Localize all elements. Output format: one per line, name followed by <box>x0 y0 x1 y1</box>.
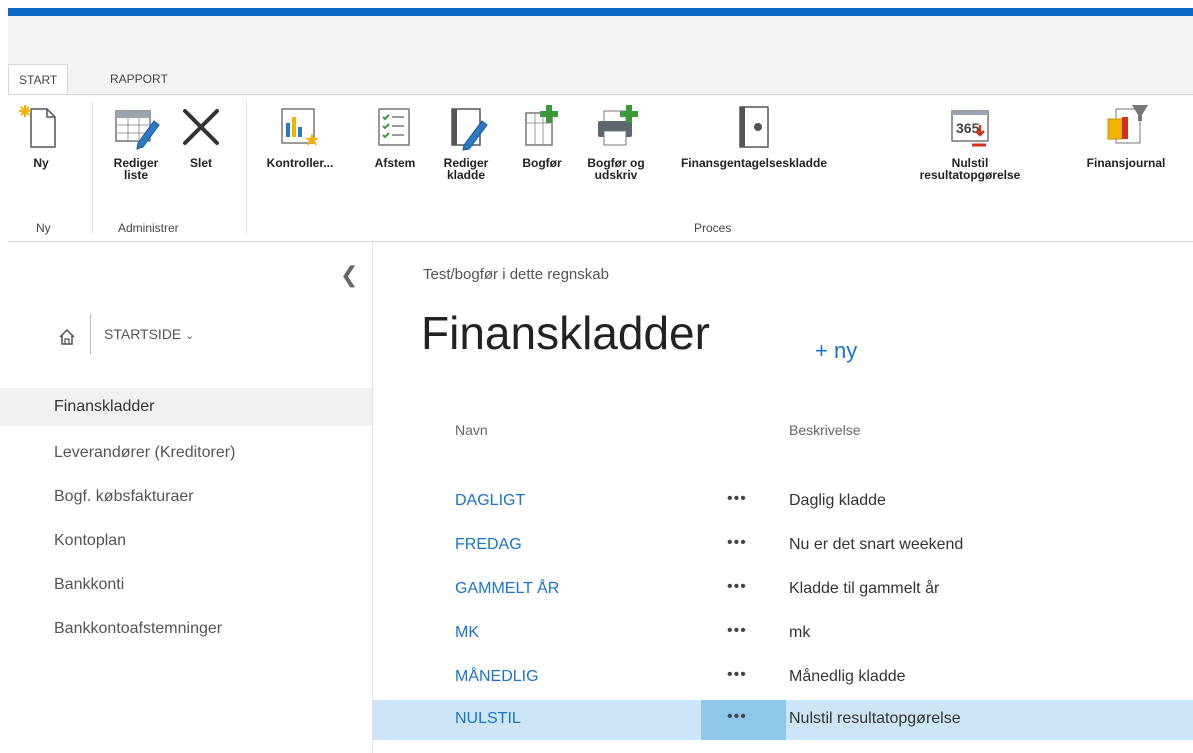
post-icon <box>525 105 558 146</box>
delete-label: Slet <box>189 156 212 170</box>
tab-rapport[interactable]: RAPPORT <box>100 64 178 94</box>
reset-calendar-icon: 365 <box>951 110 989 147</box>
startside-label: STARTSIDE <box>104 326 182 342</box>
sidebar: ❮ STARTSIDE ⌄ Finanskladder Leverandører… <box>0 242 373 753</box>
row-menu-button[interactable]: ••• <box>727 708 747 726</box>
row-name-link[interactable]: MÅNEDLIG <box>455 668 539 686</box>
chevron-down-icon: ⌄ <box>185 330 195 342</box>
ribbon-tabs: START RAPPORT <box>8 64 1193 95</box>
new-document-icon <box>19 105 56 148</box>
edit-list-label-2: liste <box>123 168 148 182</box>
sidebar-item-bogf-kobsfakturaer[interactable]: Bogf. købsfakturaer <box>0 478 372 516</box>
delete-x-icon <box>183 109 219 145</box>
company-subtitle: Test/bogfør i dette regnskab <box>423 266 609 283</box>
page-title: Finanskladder <box>421 307 710 359</box>
gl-register-label: Finansjournal <box>1086 156 1166 170</box>
edit-journal-icon <box>451 108 488 151</box>
row-name-link[interactable]: GAMMELT ÅR <box>455 580 559 598</box>
reset-income-statement-button[interactable]: 365 Nulstil resultatopgørelse <box>910 103 1030 181</box>
column-header-navn[interactable]: Navn <box>455 422 488 438</box>
home-icon[interactable] <box>58 328 76 346</box>
ribbon: Ny Ny Rediger liste Slet Administrer Kon… <box>8 94 1193 243</box>
check-report-icon <box>281 108 319 146</box>
recurring-journal-icon <box>739 106 769 148</box>
table-row[interactable]: FREDAG ••• Nu er det snart weekend <box>373 526 1193 566</box>
row-menu-button[interactable]: ••• <box>727 578 747 596</box>
table-row[interactable]: DAGLIGT ••• Daglig kladde <box>373 482 1193 522</box>
row-description: Nu er det snart weekend <box>789 536 964 553</box>
reconcile-list-icon <box>378 108 410 146</box>
gl-register-icon <box>1107 105 1148 144</box>
table-row[interactable]: MK ••• mk <box>373 614 1193 654</box>
check-label: Kontroller... <box>266 156 334 170</box>
tab-start[interactable]: START <box>8 64 69 95</box>
new-button[interactable]: Ny <box>16 103 66 169</box>
row-name-link[interactable]: NULSTIL <box>455 710 521 728</box>
group-label-ny: Ny <box>36 221 51 235</box>
divider <box>90 314 91 354</box>
row-name-link[interactable]: FREDAG <box>455 536 522 554</box>
table-row[interactable]: GAMMELT ÅR ••• Kladde til gammelt år <box>373 570 1193 610</box>
window-top <box>0 0 1193 16</box>
group-label-administrer: Administrer <box>118 221 179 235</box>
table-row-selected[interactable]: NULSTIL ••• Nulstil resultatopgørelse <box>373 700 1193 740</box>
row-description: Daglig kladde <box>789 492 886 509</box>
delete-button[interactable]: Slet <box>176 103 226 169</box>
edit-journal-label-2: kladde <box>446 168 485 182</box>
table-row[interactable]: MÅNEDLIG ••• Månedlig kladde <box>373 658 1193 698</box>
sidebar-item-kontoplan[interactable]: Kontoplan <box>0 522 372 560</box>
sidebar-item-leverandorer[interactable]: Leverandører (Kreditorer) <box>0 434 372 472</box>
recurring-journal-label: Finansgentagelseskladde <box>680 156 828 170</box>
edit-list-button[interactable]: Rediger liste <box>104 103 168 181</box>
edit-journal-button[interactable]: Rediger kladde <box>436 103 496 181</box>
post-print-label-2: udskriv <box>594 168 638 182</box>
row-description: Månedlig kladde <box>789 668 906 685</box>
row-menu-button[interactable]: ••• <box>727 490 747 508</box>
post-print-icon <box>598 105 638 146</box>
group-divider <box>246 101 247 233</box>
row-description: Nulstil resultatopgørelse <box>789 710 961 727</box>
title-area <box>8 16 1193 64</box>
post-button[interactable]: Bogfør <box>516 103 568 169</box>
svg-text:365: 365 <box>956 120 980 136</box>
group-divider <box>92 101 93 233</box>
post-print-button[interactable]: Bogfør og udskriv <box>580 103 652 181</box>
sidebar-item-finanskladder[interactable]: Finanskladder <box>0 388 372 426</box>
new-button-label: Ny <box>33 156 49 170</box>
recurring-journal-button[interactable]: Finansgentagelseskladde <box>668 103 840 169</box>
sidebar-item-bankkontoafstemninger[interactable]: Bankkontoafstemninger <box>0 610 372 648</box>
reset-label-2: resultatopgørelse <box>919 168 1021 182</box>
row-description: mk <box>789 624 811 641</box>
column-header-beskrivelse[interactable]: Beskrivelse <box>789 422 861 438</box>
row-menu-button[interactable]: ••• <box>727 622 747 640</box>
new-link[interactable]: + ny <box>815 338 857 364</box>
gl-register-button[interactable]: Finansjournal <box>1074 103 1178 169</box>
row-menu-button[interactable]: ••• <box>727 534 747 552</box>
main-content: Test/bogfør i dette regnskab Finanskladd… <box>373 242 1193 753</box>
row-description: Kladde til gammelt år <box>789 580 940 597</box>
startside-menu[interactable]: STARTSIDE ⌄ <box>104 326 194 342</box>
sidebar-item-bankkonti[interactable]: Bankkonti <box>0 566 372 604</box>
post-label: Bogfør <box>522 156 562 170</box>
reconcile-label: Afstem <box>374 156 416 170</box>
reconcile-button[interactable]: Afstem <box>368 103 422 169</box>
row-name-link[interactable]: DAGLIGT <box>455 492 525 510</box>
edit-list-icon <box>115 110 160 150</box>
group-label-proces: Proces <box>694 221 732 235</box>
top-accent-bar <box>8 8 1193 16</box>
check-button[interactable]: Kontroller... <box>258 103 342 169</box>
row-menu-button[interactable]: ••• <box>727 666 747 684</box>
row-name-link[interactable]: MK <box>455 624 479 642</box>
collapse-sidebar-icon[interactable]: ❮ <box>340 262 358 288</box>
